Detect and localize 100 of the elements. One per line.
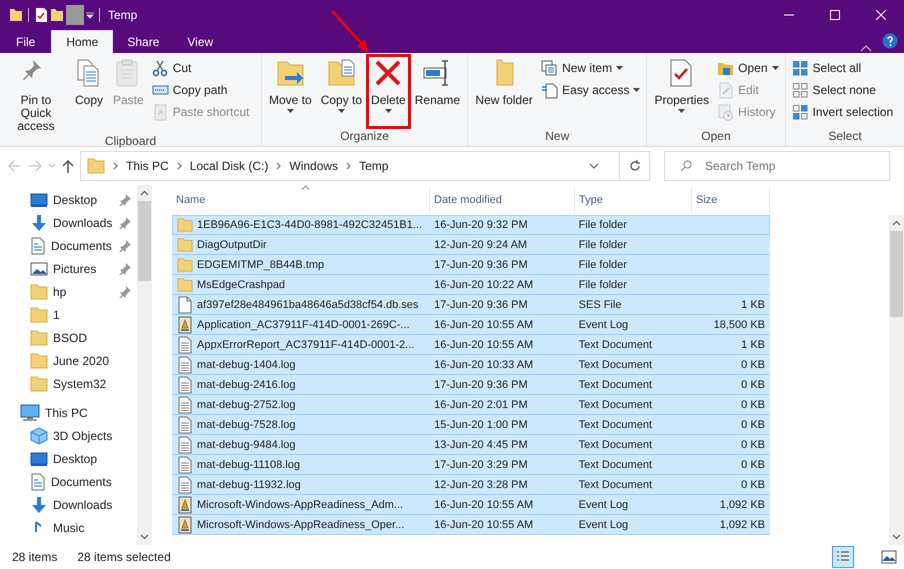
ribbon-button[interactable]: Pin to Quick access	[3, 55, 69, 133]
ribbon-button[interactable]: Rename	[410, 55, 464, 128]
type-cell-text: Text Document	[578, 458, 654, 473]
ribbon-button[interactable]: Copy path	[148, 79, 252, 101]
ribbon-button[interactable]: New folder	[471, 55, 538, 128]
column-header[interactable]: Size	[692, 188, 770, 212]
nav-item[interactable]: System32	[0, 372, 137, 395]
collapse-ribbon-icon[interactable]	[860, 43, 872, 53]
folder-icon	[30, 374, 48, 392]
nav-item[interactable]: Music	[0, 516, 137, 539]
nav-item[interactable]: Desktop	[0, 447, 137, 470]
ribbon-button[interactable]: Select none	[788, 79, 896, 101]
file-row[interactable]: af397ef28e484961ba48646a5d38cf54.db.ses 17-Jun-20 9:36 PM SES File 1 KB	[172, 295, 770, 315]
date-cell-text: 17-Jun-20 9:36 PM	[433, 298, 529, 313]
status-text: 28 items	[12, 549, 58, 566]
ribbon-button[interactable]: Easy access	[538, 79, 644, 101]
refresh-icon[interactable]	[628, 160, 640, 172]
document-icon	[177, 296, 193, 314]
file-row[interactable]: 1EB96A96-E1C3-44D0-8981-492C32451B1... 16-Jun-20 9:32 PM File folder	[172, 215, 770, 235]
folder-icon	[8, 7, 24, 23]
properties-icon[interactable]	[33, 7, 49, 23]
toolbar-item-icon[interactable]	[65, 4, 85, 26]
new-folder-icon[interactable]	[49, 7, 65, 23]
ribbon-button[interactable]: New item	[538, 57, 644, 79]
type-cell-text: Event Log	[578, 498, 630, 513]
ribbon-button[interactable]: Copy to	[316, 55, 366, 128]
ribbon-button[interactable]: Copy	[70, 55, 108, 133]
column-header[interactable]: Name	[172, 188, 430, 212]
ribbon-button[interactable]: Open	[714, 57, 782, 79]
breadcrumb[interactable]: Windows	[289, 157, 338, 175]
file-row[interactable]: mat-debug-11108.log 17-Jun-20 3:29 PM Text Document 0 KB	[172, 455, 770, 475]
file-row[interactable]: AppxErrorReport_AC37911F-414D-0001-2... 16-Jun-20 10:55 AM Text Document 1 KB	[172, 335, 770, 355]
file-row[interactable]: mat-debug-7528.log 15-Jun-20 1:00 PM Text Document 0 KB	[172, 415, 770, 435]
file-name: mat-debug-7528.log	[197, 418, 296, 433]
highlighted-ribbon-button[interactable]: Delete	[367, 55, 410, 128]
file-row[interactable]: mat-debug-2416.log 17-Jun-20 9:36 PM Text Document 0 KB	[172, 375, 770, 395]
breadcrumb[interactable]: Local Disk (C:)	[190, 157, 268, 175]
date-cell-text: 16-Jun-20 10:55 AM	[433, 338, 534, 353]
text-file-icon	[177, 356, 193, 374]
documents-icon	[30, 472, 46, 490]
file-row[interactable]: MsEdgeCrashpad 16-Jun-20 10:22 AM File folder	[172, 275, 770, 295]
column-header[interactable]: Type	[575, 188, 692, 212]
nav-item[interactable]: Desktop	[0, 188, 137, 211]
type-cell-text: Text Document	[578, 438, 654, 453]
text-file-icon	[177, 436, 193, 454]
nav-item[interactable]: BSOD	[0, 326, 137, 349]
invert-selection-icon	[792, 104, 809, 120]
file-row[interactable]: Microsoft-Windows-AppReadiness_Adm... 16-Jun-20 10:55 AM Event Log 1,092 KB	[172, 495, 770, 515]
nav-item[interactable]: Downloads	[0, 493, 137, 516]
ribbon-button[interactable]: Invert selection	[788, 101, 896, 123]
maximize-icon[interactable]	[830, 10, 840, 20]
nav-item[interactable]: 3D Objects	[0, 424, 137, 447]
view-button[interactable]	[832, 546, 854, 568]
ribbon-tab[interactable]: View	[173, 30, 228, 53]
type-cell-text: File folder	[578, 258, 628, 273]
scrollbar[interactable]	[889, 215, 904, 545]
nav-item[interactable]: Downloads	[0, 211, 137, 234]
ribbon-button[interactable]: Move to	[265, 55, 316, 128]
close-icon[interactable]	[876, 10, 886, 20]
nav-item[interactable]: Pictures	[0, 257, 137, 280]
ribbon-button[interactable]: Properties	[650, 55, 714, 128]
scrollbar-thumb[interactable]	[890, 231, 903, 317]
nav-item[interactable]: hp	[0, 280, 137, 303]
size-cell-text: 0 KB	[740, 418, 766, 433]
scrollbar-thumb[interactable]	[138, 201, 151, 281]
file-row[interactable]: mat-debug-11932.log 12-Jun-20 3:28 PM Text Document 0 KB	[172, 475, 770, 495]
type-cell-text: File folder	[578, 278, 628, 293]
breadcrumb[interactable]: This PC	[126, 157, 169, 175]
ribbon-tab[interactable]: Share	[113, 30, 174, 53]
date-cell-text: 16-Jun-20 10:55 AM	[433, 518, 534, 533]
file-row[interactable]: mat-debug-9484.log 13-Jun-20 4:45 PM Text Document 0 KB	[172, 435, 770, 455]
size-cell-text: 0 KB	[740, 358, 766, 373]
nav-item[interactable]: This PC	[0, 401, 137, 424]
column-header[interactable]: Date modified	[430, 188, 575, 212]
help-icon[interactable]	[882, 33, 898, 49]
dropdown-icon[interactable]	[85, 10, 95, 20]
search-field[interactable]: Search Temp	[664, 151, 890, 181]
nav-item[interactable]: Documents	[0, 470, 137, 493]
file-row[interactable]: EDGEMITMP_8B44B.tmp 17-Jun-20 9:36 PM File folder	[172, 255, 770, 275]
nav-item[interactable]: June 2020	[0, 349, 137, 372]
file-row[interactable]: Microsoft-Windows-AppReadiness_Oper... 16-Jun-20 10:55 AM Event Log 1,092 KB	[172, 515, 770, 535]
ribbon-tab[interactable]: Home	[51, 30, 114, 53]
scrollbar[interactable]	[137, 185, 152, 545]
nav-item[interactable]: 1	[0, 303, 137, 326]
date-cell-text: 16-Jun-20 2:01 PM	[433, 398, 529, 413]
file-name: mat-debug-9484.log	[197, 438, 296, 453]
date-cell-text: 17-Jun-20 9:36 PM	[433, 258, 529, 273]
dropdown-icon[interactable]	[589, 163, 599, 169]
group-label: Clipboard	[104, 133, 158, 149]
up-icon[interactable]	[62, 159, 74, 173]
nav-item[interactable]: Documents	[0, 234, 137, 257]
file-row[interactable]: Application_AC37911F-414D-0001-269C-... 16-Jun-20 10:55 AM Event Log 18,500 KB	[172, 315, 770, 335]
ribbon-button[interactable]: Cut	[148, 57, 252, 79]
ribbon-button[interactable]: Select all	[788, 57, 896, 79]
breadcrumb[interactable]: Temp	[359, 157, 388, 175]
date-cell-text: 16-Jun-20 10:55 AM	[433, 498, 534, 513]
address-bar[interactable]: This PC Local Disk (C:) Windows Temp	[80, 151, 650, 181]
file-row[interactable]: mat-debug-2752.log 16-Jun-20 2:01 PM Text Document 0 KB	[172, 395, 770, 415]
file-row[interactable]: mat-debug-1404.log 16-Jun-20 10:33 AM Text Document 0 KB	[172, 355, 770, 375]
file-row[interactable]: DiagOutputDir 12-Jun-20 9:24 AM File folder	[172, 235, 770, 255]
